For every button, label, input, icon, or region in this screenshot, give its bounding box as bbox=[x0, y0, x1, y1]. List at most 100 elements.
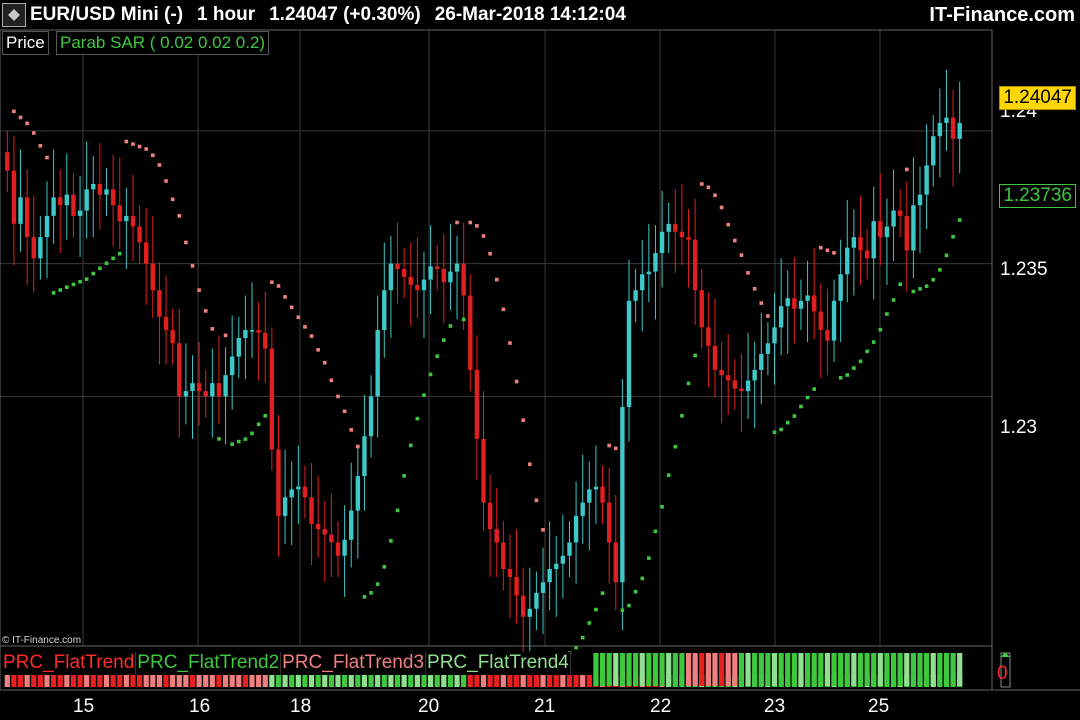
sar-dot bbox=[256, 422, 261, 427]
candle-body bbox=[540, 582, 546, 593]
indicator-bar-lower bbox=[269, 675, 275, 687]
candle-body bbox=[825, 330, 830, 341]
sar-dot bbox=[270, 280, 274, 285]
indicator-bar-lower bbox=[136, 675, 143, 687]
sar-dot bbox=[938, 268, 942, 272]
sar-dot bbox=[329, 378, 334, 383]
candle-body bbox=[157, 290, 162, 317]
candle-body bbox=[950, 117, 956, 139]
indicator-bar-lower bbox=[467, 675, 473, 687]
indicator-bar-lower bbox=[421, 675, 427, 687]
indicator-bar-lower bbox=[414, 675, 420, 687]
indicator-bar-lower bbox=[31, 675, 37, 687]
indicator-bar-lower bbox=[103, 675, 110, 687]
indicator-label-flattrend2[interactable]: PRC_FlatTrend2 bbox=[136, 652, 282, 674]
candle-body bbox=[871, 221, 876, 259]
indicator-bar-lower bbox=[156, 675, 163, 687]
indicator-bar-lower bbox=[388, 675, 394, 687]
candle-body bbox=[236, 338, 241, 357]
sar-dot bbox=[25, 121, 29, 126]
candle-body bbox=[448, 271, 453, 283]
sar-dot bbox=[402, 474, 406, 478]
sar-dot bbox=[170, 197, 175, 202]
legend-price[interactable]: Price bbox=[2, 31, 49, 55]
indicator-bar-lower bbox=[427, 675, 434, 687]
indicator-bar-upper bbox=[732, 653, 738, 686]
candle-body bbox=[772, 327, 777, 344]
indicator-bar-lower bbox=[150, 675, 156, 687]
indicator-bar-lower bbox=[540, 675, 546, 687]
candle-body bbox=[11, 170, 17, 224]
legend-parabolic-sar[interactable]: Parab SAR ( 0.02 0.02 0.2) bbox=[56, 31, 270, 55]
indicator-bar-lower bbox=[24, 675, 30, 687]
indicator-bar-lower bbox=[573, 675, 579, 687]
candle-body bbox=[606, 502, 612, 543]
candle-body bbox=[468, 295, 473, 370]
sar-dot bbox=[210, 327, 215, 331]
candle-body bbox=[501, 542, 506, 569]
sar-dot bbox=[640, 576, 645, 581]
indicator-bar-upper bbox=[666, 653, 672, 686]
indicator-bar-lower bbox=[328, 675, 334, 687]
indicator-bar-lower bbox=[308, 675, 315, 687]
candle-body bbox=[944, 117, 949, 123]
indicator-label-flattrend4[interactable]: PRC_FlatTrend4 bbox=[426, 652, 571, 674]
candle-body bbox=[897, 210, 903, 216]
indicator-bar-lower bbox=[130, 675, 136, 687]
indicator-bar-lower bbox=[560, 675, 566, 687]
candle-body bbox=[349, 510, 354, 540]
candle-body bbox=[653, 253, 658, 272]
candle-body bbox=[177, 343, 182, 397]
candle-body bbox=[527, 608, 532, 617]
sar-dot bbox=[58, 288, 63, 292]
candle-body bbox=[911, 205, 916, 251]
indicator-bar-lower bbox=[580, 675, 586, 687]
indicator-bar-upper bbox=[639, 653, 645, 686]
candle-body bbox=[752, 369, 757, 381]
indicator-label-flattrend[interactable]: PRC_FlatTrend bbox=[2, 652, 137, 674]
candles bbox=[5, 69, 962, 665]
indicator-bar-lower bbox=[236, 675, 242, 687]
candle-body bbox=[818, 311, 824, 331]
sar-dot bbox=[759, 301, 764, 305]
candle-body bbox=[626, 300, 632, 408]
candle-body bbox=[937, 122, 943, 137]
candle-body bbox=[593, 486, 599, 490]
candle-body bbox=[428, 266, 433, 280]
candle-body bbox=[666, 223, 671, 232]
indicator-bar-lower bbox=[289, 675, 295, 687]
price-chart[interactable] bbox=[0, 0, 1080, 720]
indicator-label-flattrend3[interactable]: PRC_FlatTrend3 bbox=[281, 652, 427, 674]
indicator-bar-lower bbox=[256, 675, 262, 687]
indicator-bar-lower bbox=[170, 675, 176, 687]
indicator-bar-lower bbox=[229, 675, 235, 687]
indicator-bar-lower bbox=[216, 675, 222, 687]
candle-body bbox=[739, 388, 744, 392]
indicator-bar-lower bbox=[520, 675, 526, 687]
indicator-bar-lower bbox=[375, 675, 381, 687]
indicator-bar-upper bbox=[646, 653, 652, 686]
candle-body bbox=[646, 271, 652, 275]
candle-body bbox=[904, 215, 909, 251]
grid bbox=[0, 30, 992, 646]
sar-dot bbox=[144, 147, 148, 151]
sar-dot bbox=[805, 395, 810, 400]
sar-dot bbox=[137, 144, 142, 149]
candle-body bbox=[203, 391, 208, 397]
candle-body bbox=[362, 436, 367, 477]
candle-body bbox=[567, 542, 572, 556]
indicator-bar-upper bbox=[904, 653, 910, 686]
indicator-bar-upper bbox=[791, 653, 797, 686]
candle-body bbox=[190, 383, 195, 392]
sar-dot bbox=[461, 317, 466, 322]
indicator-bar-lower bbox=[64, 675, 70, 687]
y-tick-1-23: 1.23 bbox=[1000, 417, 1037, 438]
sar-dot bbox=[422, 393, 426, 397]
sar-value-tag: 1.23736 bbox=[999, 184, 1076, 208]
sar-dot bbox=[190, 264, 195, 268]
sar-dot bbox=[799, 404, 803, 409]
indicator-bar-lower bbox=[57, 675, 63, 687]
candle-body bbox=[640, 274, 645, 291]
indicator-bar-lower bbox=[447, 675, 454, 687]
sar-dot bbox=[481, 234, 486, 238]
